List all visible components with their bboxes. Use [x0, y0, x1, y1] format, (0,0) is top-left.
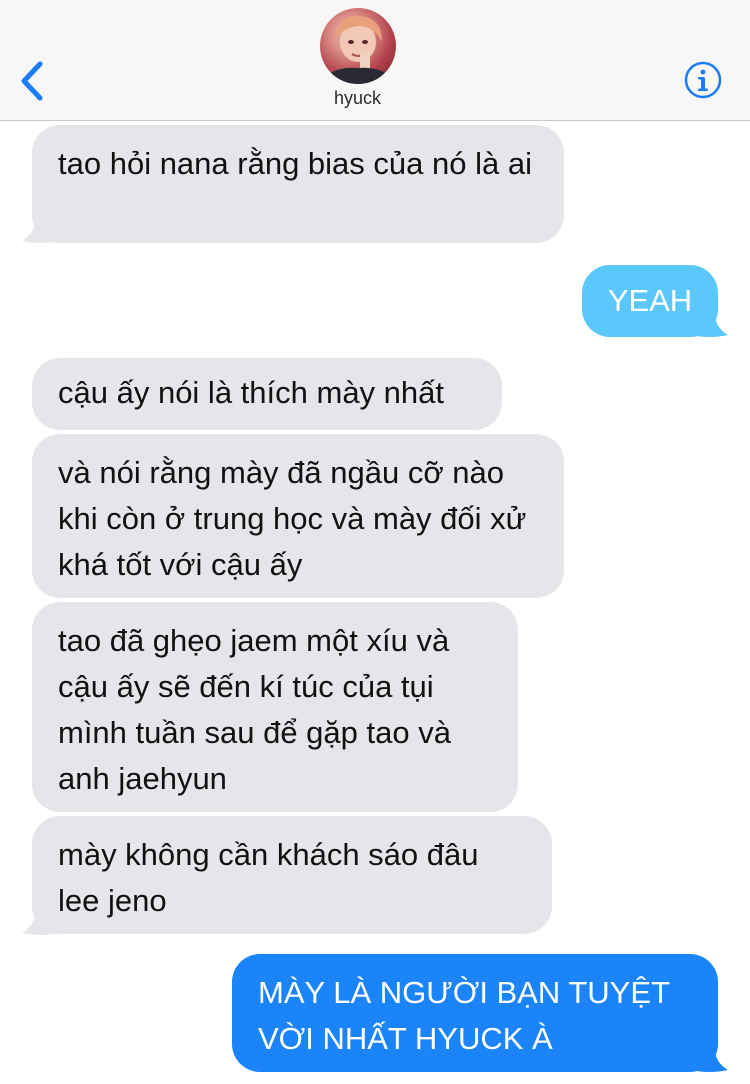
bubble-tail — [690, 309, 728, 337]
bubble-tail — [690, 1044, 728, 1072]
bubble-tail — [22, 215, 60, 243]
message-bubble-incoming[interactable]: và nói rằng mày đã ngầu cỡ nào khi còn ở… — [32, 434, 564, 598]
message-bubble-incoming[interactable]: tao hỏi nana rằng bias của nó là ai — [32, 125, 564, 243]
message-text: mày không cần khách sáo đâu lee jeno — [58, 837, 479, 918]
bubble-tail — [22, 907, 60, 935]
message-text: và nói rằng mày đã ngầu cỡ nào khi còn ở… — [58, 455, 527, 582]
info-icon[interactable] — [684, 61, 722, 99]
message-text: YEAH — [607, 283, 693, 318]
message-bubble-incoming[interactable]: tao đã ghẹo jaem một xíu và cậu ấy sẽ đế… — [32, 602, 518, 812]
message-text: MÀY LÀ NGƯỜI BẠN TUYỆT VỜI NHẤT HYUCK À — [258, 975, 670, 1056]
message-thread: tao hỏi nana rằng bias của nó là ai YEAH… — [0, 121, 750, 1084]
avatar[interactable] — [320, 8, 396, 84]
message-bubble-incoming[interactable]: mày không cần khách sáo đâu lee jeno — [32, 816, 552, 934]
contact-name[interactable]: hyuck — [0, 88, 715, 109]
message-text: cậu ấy nói là thích mày nhất — [58, 375, 445, 410]
message-bubble-outgoing[interactable]: MÀY LÀ NGƯỜI BẠN TUYỆT VỜI NHẤT HYUCK À — [232, 954, 718, 1072]
message-text: tao đã ghẹo jaem một xíu và cậu ấy sẽ đế… — [58, 623, 451, 796]
message-bubble-incoming[interactable]: cậu ấy nói là thích mày nhất — [32, 358, 502, 430]
conversation-header: hyuck — [0, 0, 750, 121]
message-text: tao hỏi nana rằng bias của nó là ai — [58, 146, 532, 181]
